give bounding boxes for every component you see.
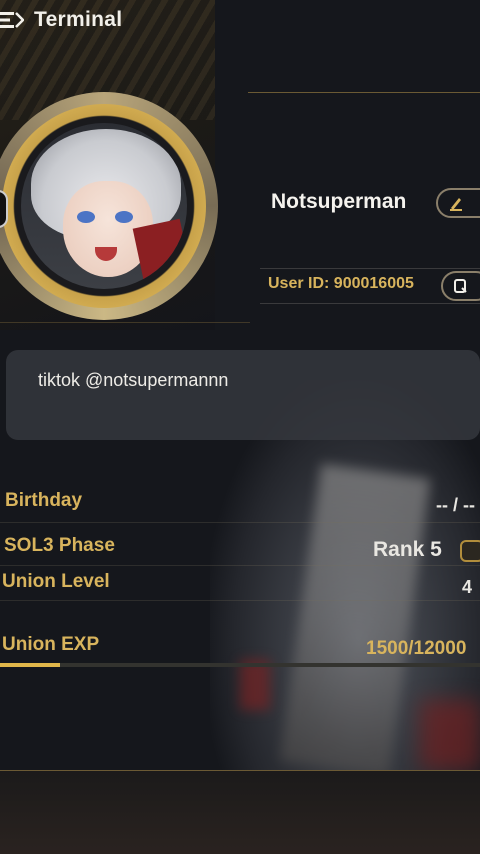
union-level-label: Union Level <box>2 571 110 592</box>
edit-name-button[interactable] <box>436 188 480 218</box>
row-divider <box>0 522 480 523</box>
row-divider <box>0 565 480 566</box>
copy-icon <box>454 279 467 293</box>
avatar-frame-notch <box>0 190 8 228</box>
union-exp-progress-bar <box>0 663 60 667</box>
bio-box[interactable] <box>6 350 480 440</box>
page-title: Terminal <box>34 8 123 31</box>
birthday-label: Birthday <box>5 490 83 511</box>
sol3-phase-value: Rank 5 <box>373 538 442 561</box>
background-accent <box>420 700 480 770</box>
bio-text: tiktok @notsupermannn <box>38 370 229 390</box>
bottom-divider <box>0 770 480 771</box>
divider-line <box>248 92 480 93</box>
username: Notsuperman <box>271 190 407 213</box>
app-header: Terminal <box>0 8 122 32</box>
sol3-phase-label: SOL3 Phase <box>4 535 115 556</box>
rank-badge-icon[interactable] <box>460 540 480 562</box>
avatar-clothing <box>132 218 187 289</box>
copy-id-button[interactable] <box>441 271 480 301</box>
user-id: User ID: 900016005 <box>268 275 414 292</box>
avatar-eye <box>77 211 95 223</box>
background-accent-2 <box>240 660 270 710</box>
avatar-portrait <box>21 123 187 289</box>
union-exp-track <box>0 663 480 667</box>
union-exp-value: 1500/12000 <box>366 638 467 659</box>
avatar[interactable] <box>0 92 218 320</box>
divider-line <box>0 322 250 323</box>
union-level-value: 4 <box>462 577 473 597</box>
background-floor <box>0 770 480 854</box>
avatar-eye <box>115 211 133 223</box>
row-divider <box>0 600 480 601</box>
menu-icon[interactable] <box>0 8 24 32</box>
union-exp-label: Union EXP <box>2 634 100 655</box>
edit-pencil-icon <box>450 198 462 211</box>
birthday-value: -- / -- <box>436 495 475 515</box>
